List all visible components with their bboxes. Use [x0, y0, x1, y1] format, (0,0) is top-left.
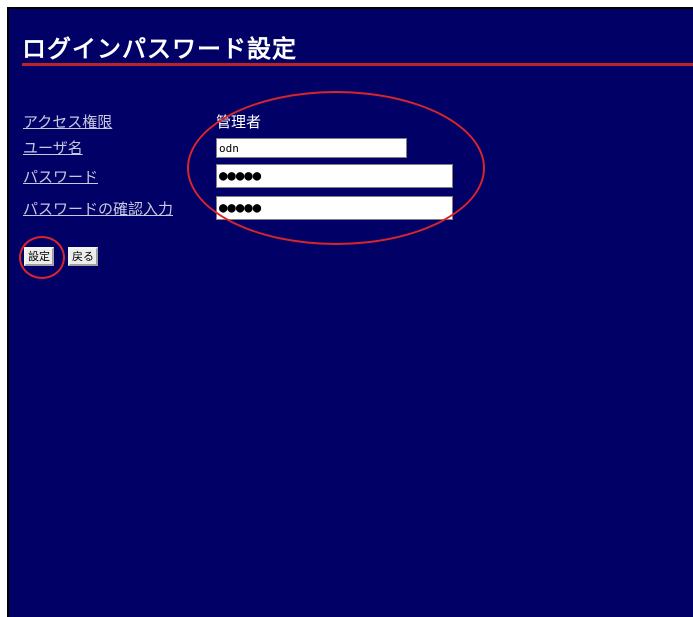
password-input[interactable]: [216, 164, 453, 188]
page-title: ログインパスワード設定: [22, 35, 297, 63]
set-button[interactable]: 設定: [24, 247, 54, 266]
access-level-value: 管理者: [216, 113, 262, 131]
settings-page-frame: ログインパスワード設定 アクセス権限 管理者 ユーザ名 パスワード パスワードの…: [7, 7, 693, 617]
title-divider: [22, 63, 693, 66]
password-label[interactable]: パスワード: [23, 166, 98, 187]
username-label[interactable]: ユーザ名: [23, 137, 83, 158]
back-button[interactable]: 戻る: [68, 247, 98, 266]
password-confirm-input[interactable]: [216, 196, 453, 220]
password-confirm-label[interactable]: パスワードの確認入力: [23, 198, 173, 219]
username-input[interactable]: [216, 138, 407, 158]
access-level-label[interactable]: アクセス権限: [23, 111, 112, 132]
